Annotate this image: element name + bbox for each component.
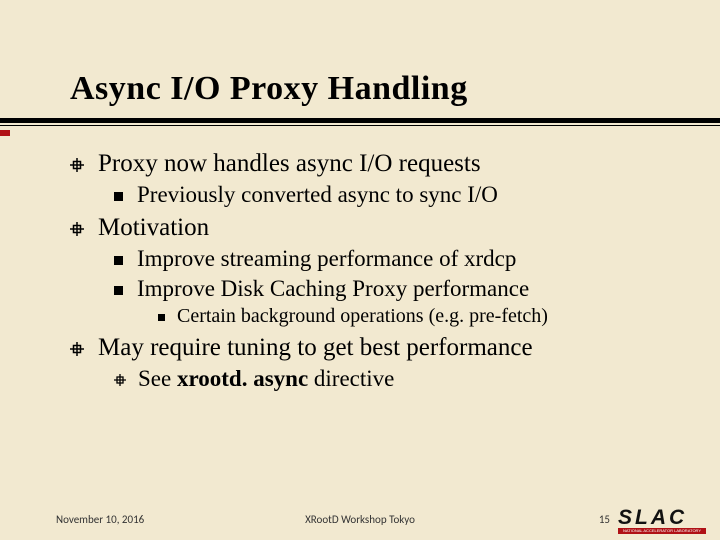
bullet-level1: Motivation	[70, 214, 680, 242]
bullet-level2: See xrootd. async directive	[114, 366, 680, 392]
bullet-text: Improve streaming performance of xrdcp	[137, 246, 516, 272]
title-block: Async I/O Proxy Handling	[0, 0, 720, 108]
bullet-text: May require tuning to get best performan…	[98, 334, 533, 362]
slide: Async I/O Proxy Handling Proxy now handl…	[0, 0, 720, 540]
bullet-level3: Certain background operations (e.g. pre-…	[158, 305, 680, 328]
text-post: directive	[308, 366, 394, 391]
bullet-square-icon	[114, 286, 123, 295]
text-bold: xrootd. async	[177, 366, 308, 391]
bullet-text: Motivation	[98, 214, 209, 242]
bullet-square-icon	[114, 256, 123, 265]
text-pre: See	[138, 366, 177, 391]
bullet-level2: Improve Disk Caching Proxy performance	[114, 276, 680, 302]
logo-text: SLAC	[618, 506, 706, 530]
bullet-plus-icon	[70, 158, 84, 172]
footer: November 10, 2016 XRootD Workshop Tokyo …	[0, 502, 720, 540]
bullet-text: Previously converted async to sync I/O	[137, 182, 498, 208]
logo-subbar: NATIONAL ACCELERATOR LABORATORY	[618, 528, 706, 534]
title-rule-thick	[0, 118, 720, 123]
bullet-level1: Proxy now handles async I/O requests	[70, 150, 680, 178]
bullet-plus-icon	[70, 342, 84, 356]
bullet-plus-small-icon	[114, 374, 126, 386]
slide-title: Async I/O Proxy Handling	[70, 70, 720, 108]
bullet-level1: May require tuning to get best performan…	[70, 334, 680, 362]
footer-page-number: 15	[599, 513, 610, 526]
bullet-text: Certain background operations (e.g. pre-…	[177, 305, 548, 328]
bullet-plus-icon	[70, 222, 84, 236]
slac-logo: SLAC NATIONAL ACCELERATOR LABORATORY	[618, 506, 706, 534]
bullet-text: Proxy now handles async I/O requests	[98, 150, 481, 178]
bullet-level2: Previously converted async to sync I/O	[114, 182, 680, 208]
bullet-level2: Improve streaming performance of xrdcp	[114, 246, 680, 272]
bullet-text: See xrootd. async directive	[138, 366, 394, 392]
bullet-square-icon	[114, 192, 123, 201]
footer-center: XRootD Workshop Tokyo	[0, 513, 720, 526]
bullet-square-small-icon	[158, 314, 165, 321]
content-area: Proxy now handles async I/O requests Pre…	[0, 126, 720, 392]
bullet-text: Improve Disk Caching Proxy performance	[137, 276, 529, 302]
accent-red-mark	[0, 130, 10, 136]
